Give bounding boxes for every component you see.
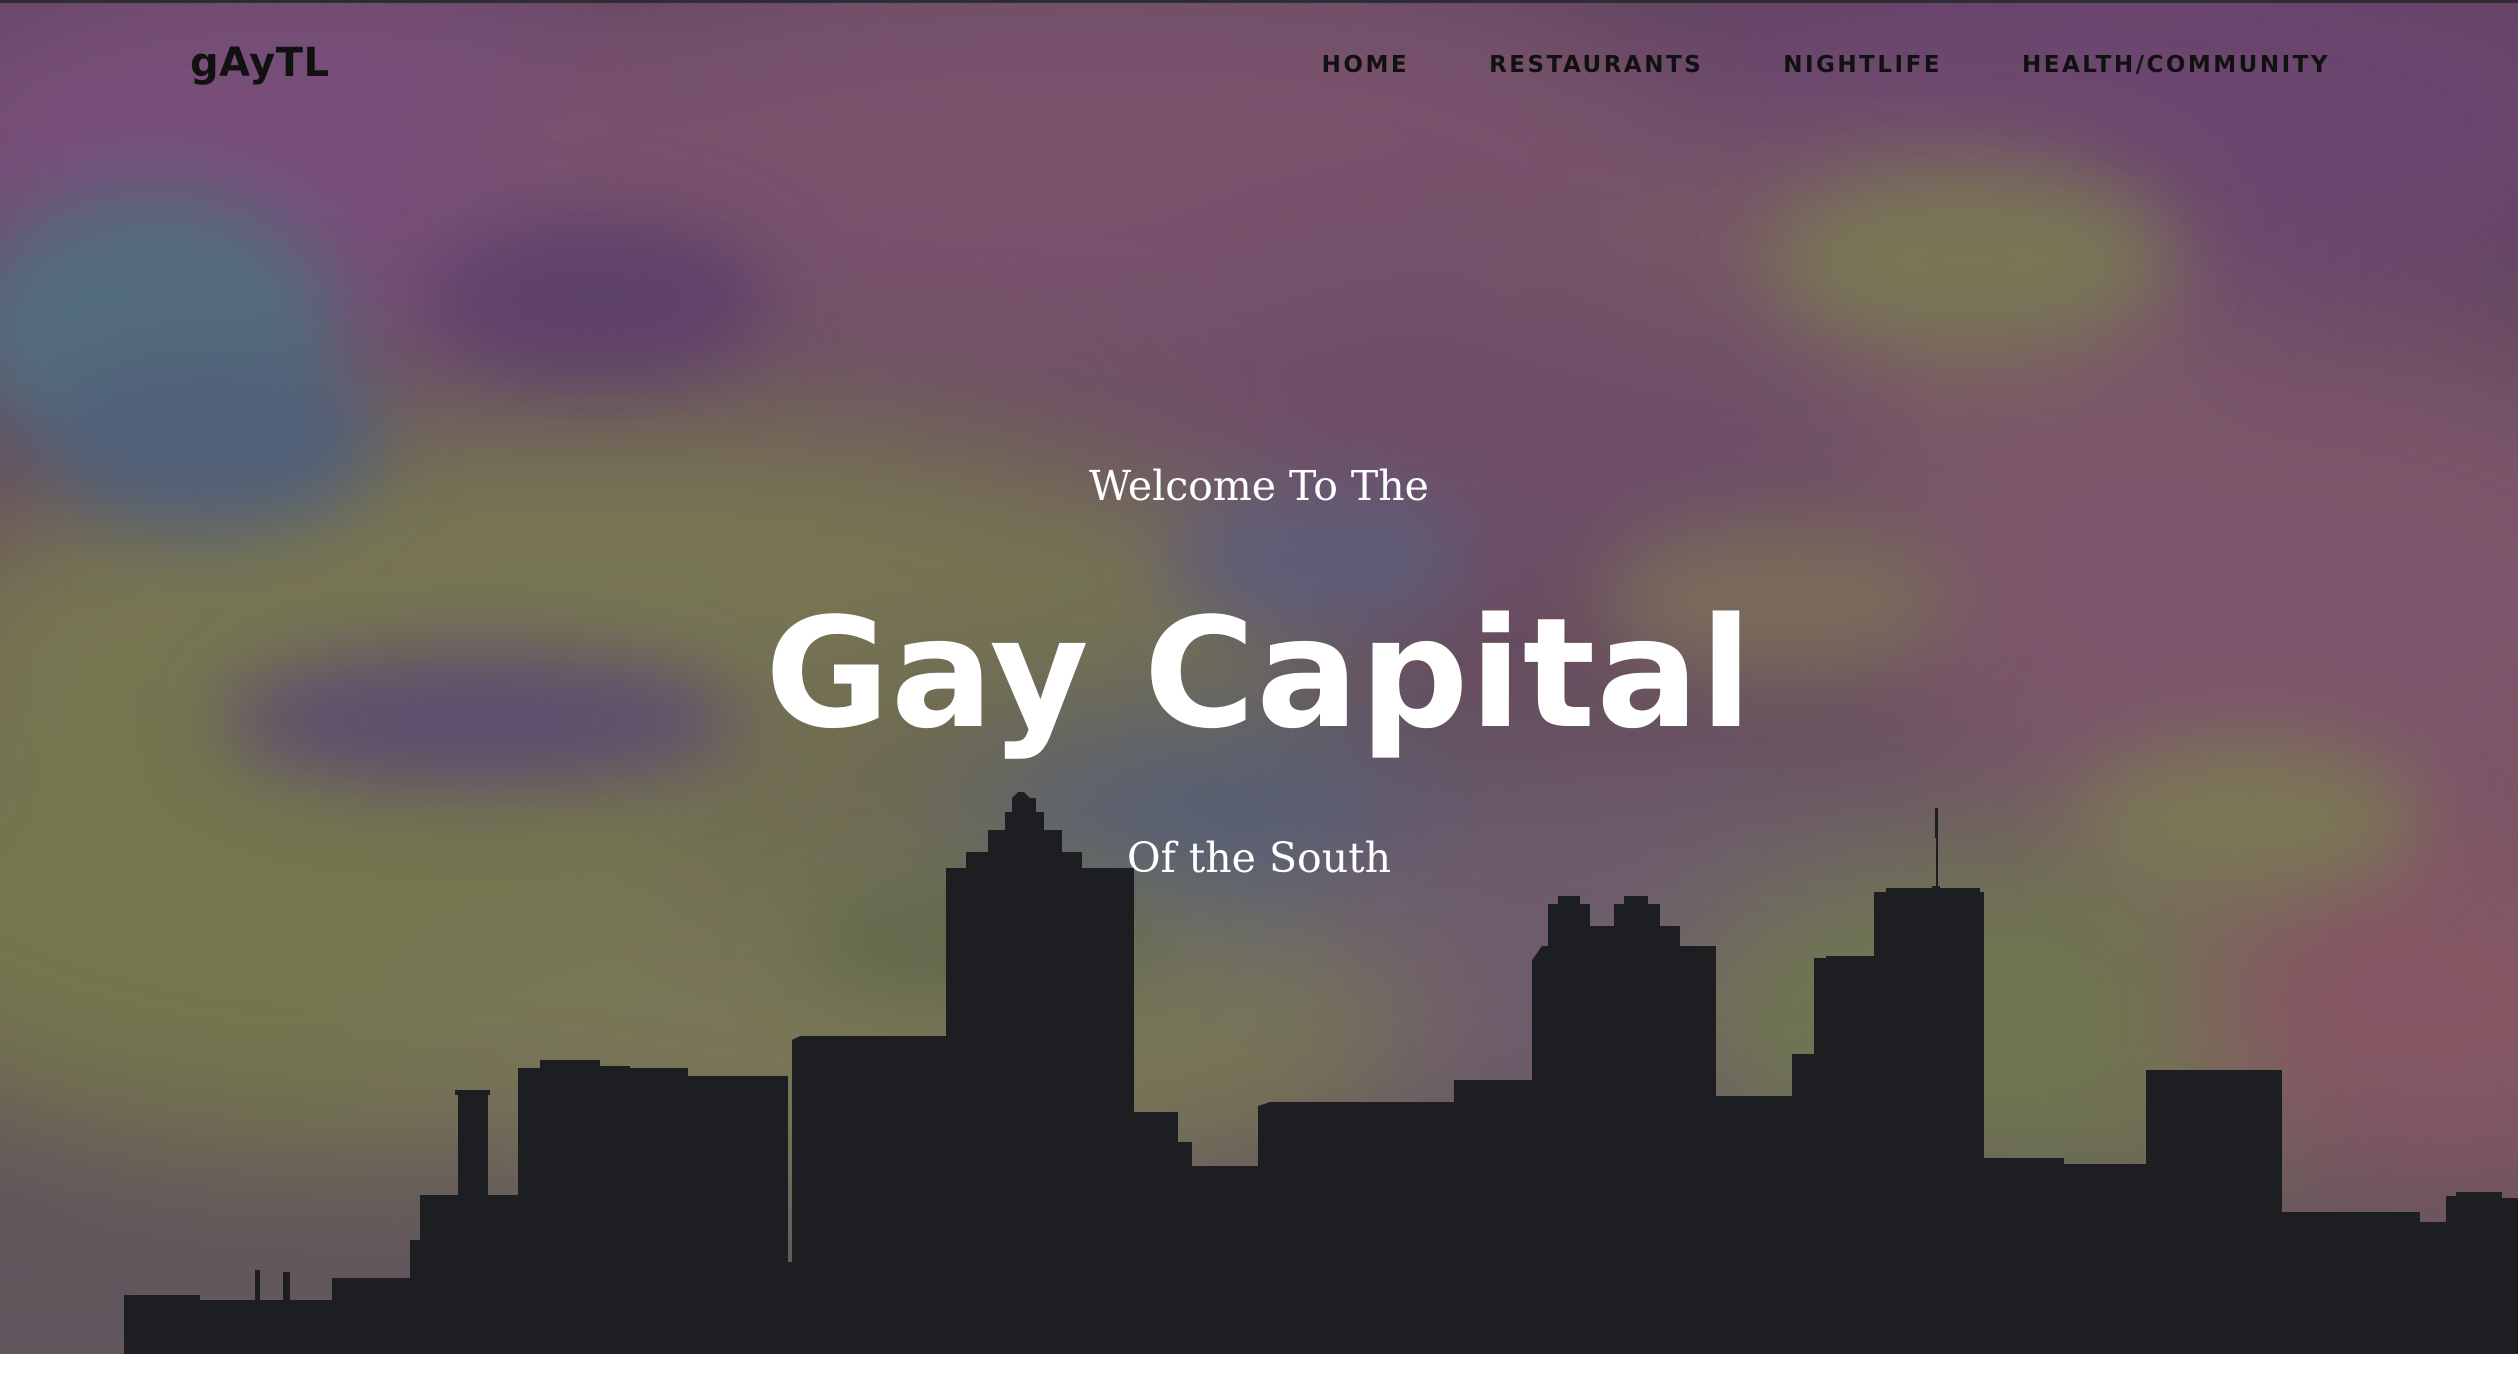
nav-link-nightlife[interactable]: NIGHTLIFE (1783, 52, 1942, 78)
hero-kicker: Welcome To The (1089, 462, 1429, 510)
nav-link-health-community[interactable]: HEALTH/COMMUNITY (2022, 52, 2330, 78)
main-nav: HOME RESTAURANTS NIGHTLIFE HEALTH/COMMUN… (1322, 52, 2330, 78)
hero-section: gAyTL HOME RESTAURANTS NIGHTLIFE HEALTH/… (0, 0, 2518, 1354)
page: gAyTL HOME RESTAURANTS NIGHTLIFE HEALTH/… (0, 0, 2518, 1400)
nav-link-home[interactable]: HOME (1322, 52, 1409, 78)
brand-logo-link[interactable]: gAyTL (190, 40, 330, 86)
hero-subtitle: Of the South (1126, 834, 1392, 882)
hero-title: Gay Capital (764, 585, 1753, 762)
top-border (0, 0, 2518, 3)
nav-link-restaurants[interactable]: RESTAURANTS (1489, 52, 1703, 78)
